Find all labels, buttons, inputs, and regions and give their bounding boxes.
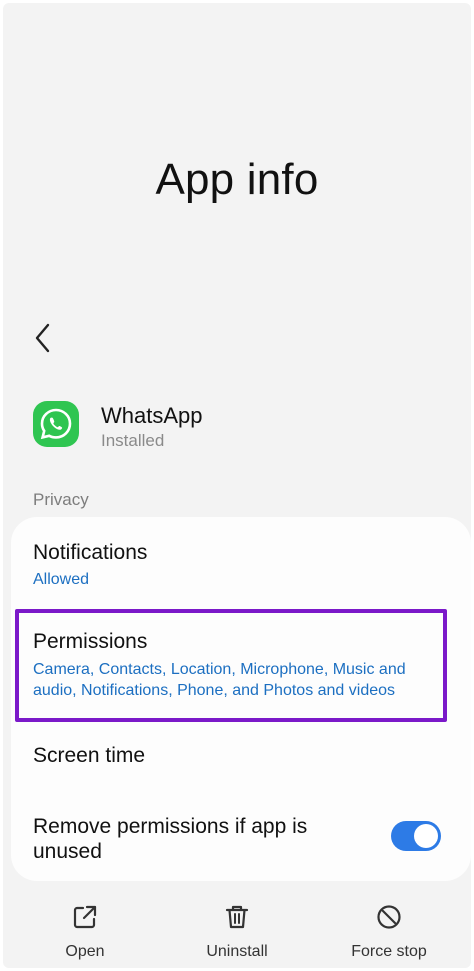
chevron-left-icon [35, 323, 50, 353]
app-status: Installed [101, 431, 165, 450]
screen-time-title: Screen time [33, 744, 146, 767]
permissions-value-line1: Camera, Contacts, Location, Microphone, … [33, 661, 406, 678]
whatsapp-logo-icon [33, 401, 79, 447]
open-label: Open [65, 943, 105, 960]
permissions-title: Permissions [33, 630, 148, 653]
remove-permissions-title-line1: Remove permissions if app is [33, 815, 308, 838]
privacy-settings-card: Notifications Allowed Permissions Camera… [11, 517, 471, 881]
app-name: WhatsApp [101, 403, 203, 428]
remove-permissions-title-line2: unused [33, 840, 102, 863]
force-stop-label: Force stop [351, 943, 427, 960]
uninstall-label: Uninstall [206, 943, 268, 960]
permissions-value-line2: audio, Notifications, Phone, and Photos … [33, 682, 396, 699]
app-info-screen: App info WhatsApp Installed Privacy Noti… [3, 3, 471, 968]
back-button[interactable] [29, 321, 59, 355]
page-title: App info [155, 155, 319, 204]
notifications-value: Allowed [33, 571, 90, 588]
toggle-knob [414, 824, 438, 848]
stop-icon [377, 905, 401, 929]
force-stop-button[interactable]: Force stop [329, 893, 449, 961]
remove-permissions-toggle[interactable] [391, 821, 441, 851]
uninstall-button[interactable]: Uninstall [177, 893, 297, 961]
notifications-title: Notifications [33, 541, 148, 564]
bottom-action-bar: Open Uninstall Force stop [3, 893, 471, 968]
open-external-icon [73, 905, 97, 929]
trash-icon [225, 905, 249, 929]
open-button[interactable]: Open [25, 893, 145, 961]
privacy-section-label: Privacy [33, 490, 89, 509]
